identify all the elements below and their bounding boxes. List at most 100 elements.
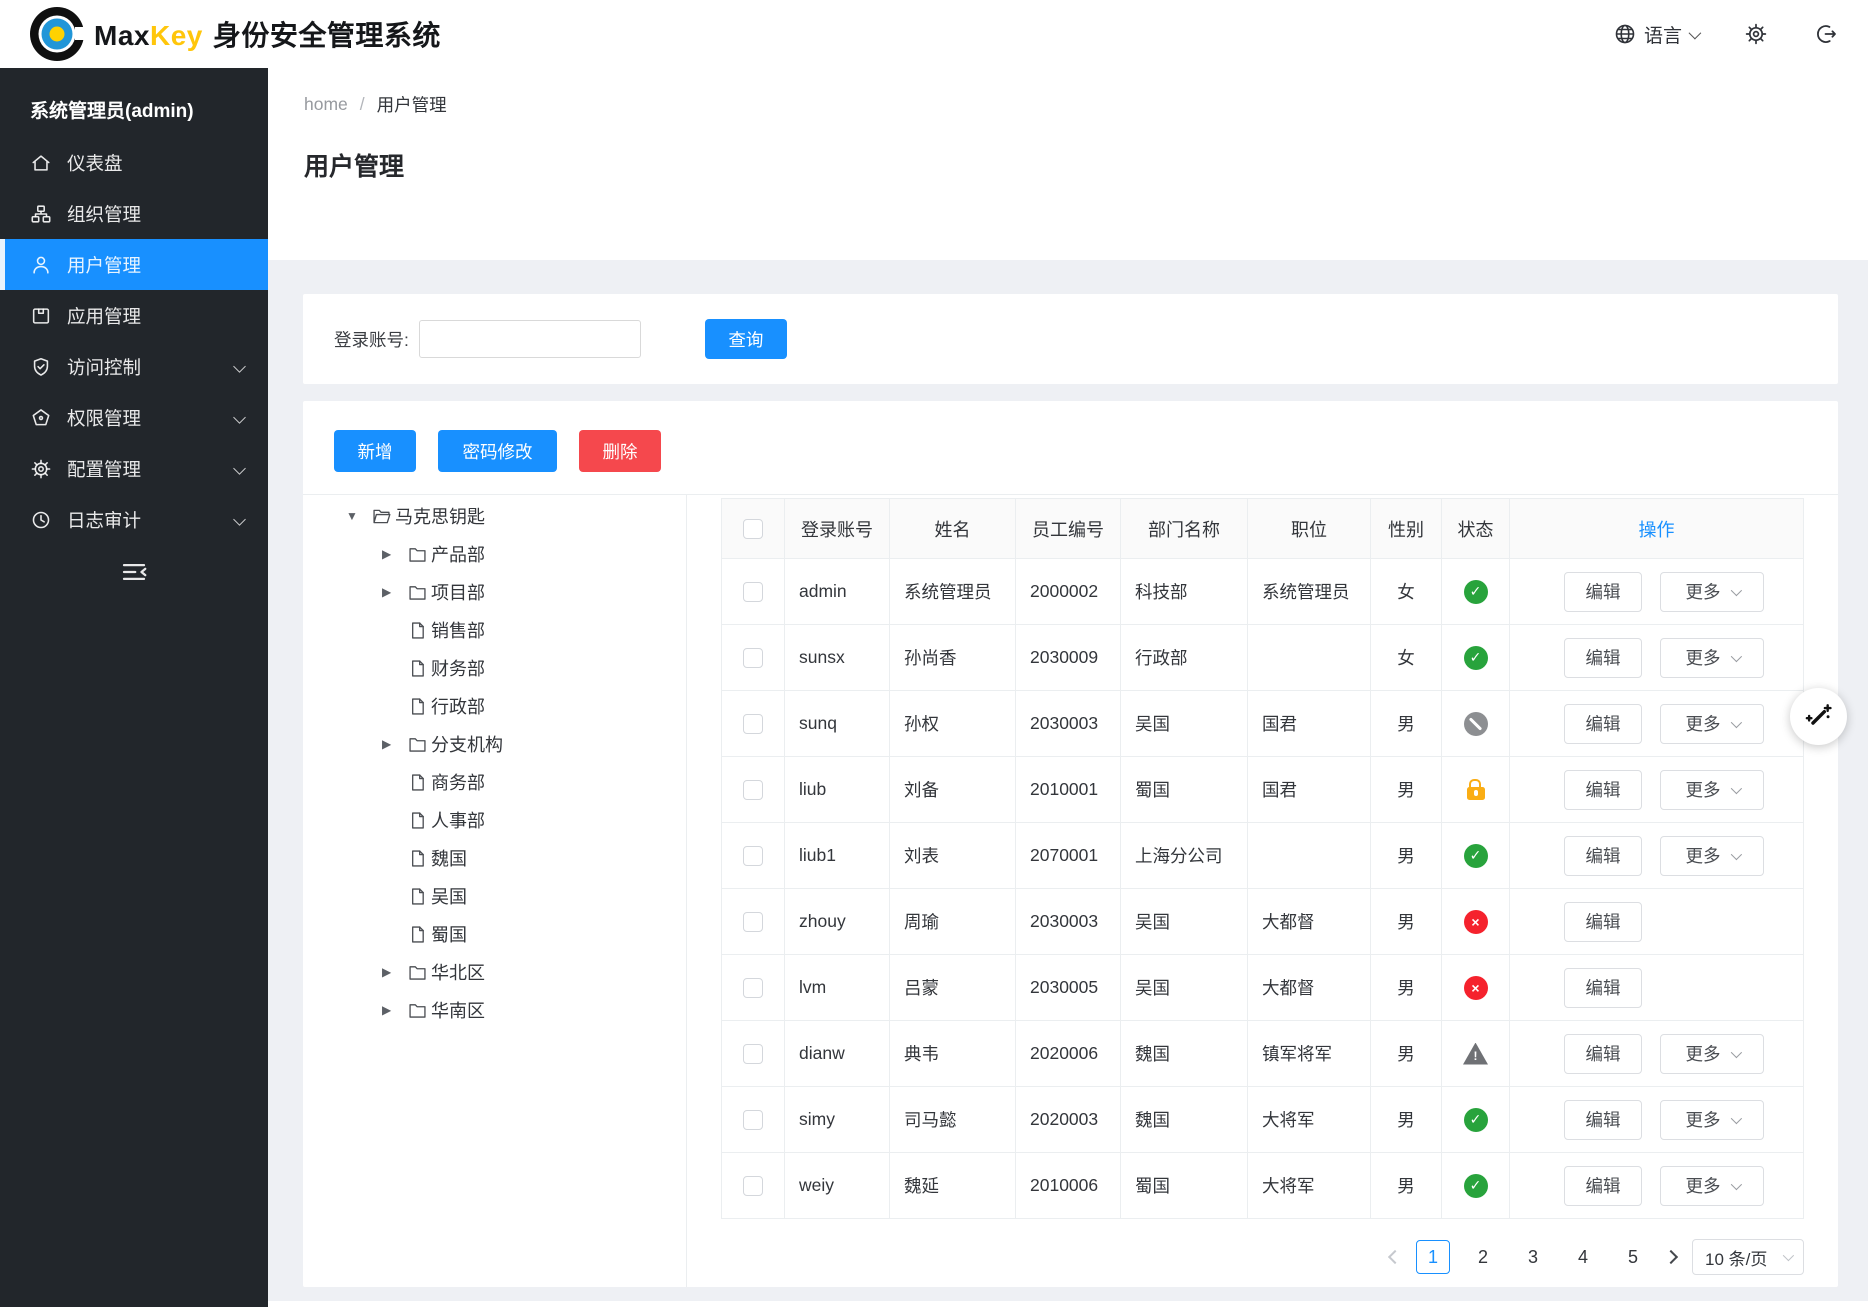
delete-button[interactable]: 删除 — [579, 430, 661, 472]
tree-node[interactable]: 魏国 — [382, 839, 686, 877]
row-checkbox[interactable] — [743, 846, 763, 866]
page-button-4[interactable]: 4 — [1566, 1240, 1600, 1274]
menu-fold-icon[interactable] — [119, 557, 149, 587]
search-button[interactable]: 查询 — [705, 319, 787, 359]
tree-node-label: 商务部 — [431, 769, 485, 795]
table-row: sunsx孙尚香2030009行政部女✓编辑更多 — [722, 625, 1804, 691]
sidebar-item-6[interactable]: 配置管理 — [0, 443, 268, 494]
edit-button[interactable]: 编辑 — [1564, 770, 1642, 810]
tree-node-label: 产品部 — [431, 541, 485, 567]
sidebar-item-3[interactable]: 应用管理 — [0, 290, 268, 341]
current-user-label: 系统管理员(admin) — [0, 68, 268, 137]
tree-node[interactable]: ▶分支机构 — [382, 725, 686, 763]
edit-button[interactable]: 编辑 — [1564, 1100, 1642, 1140]
more-button[interactable]: 更多 — [1660, 1100, 1764, 1140]
add-button[interactable]: 新增 — [334, 430, 416, 472]
tree-node[interactable]: 吴国 — [382, 877, 686, 915]
sidebar-item-0[interactable]: 仪表盘 — [0, 137, 268, 188]
more-button[interactable]: 更多 — [1660, 770, 1764, 810]
tree-node[interactable]: ▶ 产品部 — [382, 535, 686, 573]
tree-node[interactable]: ▼马克思钥匙 — [346, 497, 686, 535]
select-all-checkbox[interactable] — [743, 519, 763, 539]
prev-page-icon[interactable] — [1388, 1250, 1402, 1264]
cell-employee-no: 2000002 — [1016, 559, 1121, 625]
tree-node-label: 财务部 — [431, 655, 485, 681]
edit-button[interactable]: 编辑 — [1564, 704, 1642, 744]
next-page-icon[interactable] — [1664, 1250, 1678, 1264]
tree-node[interactable]: 行政部 — [382, 687, 686, 725]
maxkey-logo — [30, 7, 84, 61]
cell-gender: 男 — [1371, 1021, 1442, 1087]
page-head: home / 用户管理 用户管理 — [268, 68, 1868, 260]
row-checkbox[interactable] — [743, 1176, 763, 1196]
more-button[interactable]: 更多 — [1660, 704, 1764, 744]
tree-node[interactable]: ▶项目部 — [382, 573, 686, 611]
users-table-panel: 登录账号 姓名 员工编号 部门名称 职位 性别 状态 操作 admin系统管理员… — [687, 495, 1838, 1287]
caret-right-icon[interactable]: ▶ — [382, 965, 407, 979]
login-account-input[interactable] — [419, 320, 641, 358]
row-checkbox[interactable] — [743, 582, 763, 602]
sidebar-item-2[interactable]: 用户管理 — [0, 239, 268, 290]
more-button[interactable]: 更多 — [1660, 836, 1764, 876]
org-tree: ▼马克思钥匙 ▶ 产品部 ▶项目部销售部财务部行政部▶分支机构商务部人事部魏国吴国蜀国… — [303, 495, 687, 1287]
floating-wand-button[interactable] — [1790, 688, 1847, 745]
more-button[interactable]: 更多 — [1660, 1034, 1764, 1074]
cell-status: ✓ — [1442, 823, 1510, 889]
more-button[interactable]: 更多 — [1660, 638, 1764, 678]
tree-node[interactable]: 蜀国 — [382, 915, 686, 953]
edit-button[interactable]: 编辑 — [1564, 1034, 1642, 1074]
cell-status: ! — [1442, 1021, 1510, 1087]
more-button[interactable]: 更多 — [1660, 572, 1764, 612]
more-button[interactable]: 更多 — [1660, 1166, 1764, 1206]
row-checkbox[interactable] — [743, 1044, 763, 1064]
tree-node-label: 魏国 — [431, 845, 467, 871]
row-checkbox[interactable] — [743, 978, 763, 998]
sidebar-item-1[interactable]: 组织管理 — [0, 188, 268, 239]
logout-icon[interactable] — [1814, 22, 1838, 46]
row-checkbox[interactable] — [743, 714, 763, 734]
change-password-button[interactable]: 密码修改 — [438, 430, 557, 472]
tree-node[interactable]: 商务部 — [382, 763, 686, 801]
tree-node[interactable]: 人事部 — [382, 801, 686, 839]
folder-icon — [407, 544, 428, 565]
row-checkbox[interactable] — [743, 648, 763, 668]
page-button-2[interactable]: 2 — [1466, 1240, 1500, 1274]
caret-right-icon[interactable]: ▶ — [382, 1003, 407, 1017]
tree-node[interactable]: 财务部 — [382, 649, 686, 687]
sidebar-item-7[interactable]: 日志审计 — [0, 494, 268, 545]
edit-button[interactable]: 编辑 — [1564, 1166, 1642, 1206]
chevron-down-icon — [1730, 584, 1741, 595]
caret-down-icon[interactable]: ▼ — [346, 509, 371, 523]
page-button-1[interactable]: 1 — [1416, 1240, 1450, 1274]
settings-gear-icon[interactable] — [1744, 22, 1768, 46]
edit-button[interactable]: 编辑 — [1564, 836, 1642, 876]
chevron-down-icon — [1783, 1250, 1794, 1261]
row-checkbox[interactable] — [743, 1110, 763, 1130]
cell-name: 孙权 — [890, 691, 1016, 757]
cell-name: 刘备 — [890, 757, 1016, 823]
language-selector[interactable]: 语言 — [1613, 21, 1698, 48]
sidebar-item-label: 日志审计 — [67, 507, 141, 533]
tree-node[interactable]: ▶华北区 — [382, 953, 686, 991]
tree-node[interactable]: ▶华南区 — [382, 991, 686, 1029]
caret-right-icon[interactable]: ▶ — [382, 737, 407, 751]
page-button-5[interactable]: 5 — [1616, 1240, 1650, 1274]
sitemap-icon — [30, 203, 52, 225]
edit-button[interactable]: 编辑 — [1564, 572, 1642, 612]
row-checkbox[interactable] — [743, 780, 763, 800]
breadcrumb-home-link[interactable]: home — [304, 94, 348, 115]
sidebar-item-5[interactable]: 权限管理 — [0, 392, 268, 443]
edit-button[interactable]: 编辑 — [1564, 638, 1642, 678]
edit-button[interactable]: 编辑 — [1564, 968, 1642, 1008]
page-button-3[interactable]: 3 — [1516, 1240, 1550, 1274]
caret-right-icon[interactable]: ▶ — [382, 585, 407, 599]
tree-node[interactable]: 销售部 — [382, 611, 686, 649]
pagination: 12345 10 条/页 — [721, 1239, 1804, 1275]
caret-right-icon[interactable]: ▶ — [382, 547, 407, 561]
page-size-select[interactable]: 10 条/页 — [1692, 1239, 1804, 1275]
footer-strip — [268, 1301, 1868, 1307]
sidebar-item-4[interactable]: 访问控制 — [0, 341, 268, 392]
row-checkbox[interactable] — [743, 912, 763, 932]
cell-employee-no: 2070001 — [1016, 823, 1121, 889]
edit-button[interactable]: 编辑 — [1564, 902, 1642, 942]
